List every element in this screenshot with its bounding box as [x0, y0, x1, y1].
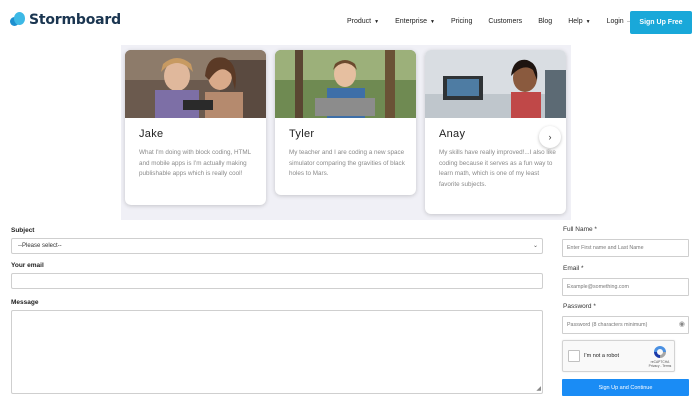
sign-up-and-continue-button[interactable]: Sign Up and Continue	[562, 379, 689, 396]
chevron-down-icon: ⌄	[532, 243, 538, 249]
full-name-input[interactable]: Enter First name and Last Name	[562, 239, 689, 257]
testimonial-name: Jake	[139, 128, 164, 140]
testimonial-quote: What I'm doing with block coding, HTML a…	[139, 149, 251, 177]
resize-handle-icon[interactable]: ◢	[536, 386, 541, 392]
brand-name: Stormboard	[29, 12, 121, 28]
carousel-next-button[interactable]: ›	[539, 126, 561, 148]
subject-selected-value: --Please select--	[18, 243, 62, 249]
testimonial-quote: My skills have really improved!...I also…	[439, 149, 556, 188]
nav-item-blog[interactable]: Blog	[538, 18, 552, 25]
signup-email-placeholder: Example@something.com	[567, 284, 629, 290]
recaptcha-brand: reCAPTCHA Privacy - Terms	[648, 360, 672, 368]
chevron-right-icon: ›	[548, 132, 552, 142]
email-field[interactable]	[11, 273, 543, 289]
testimonial-name: Anay	[439, 128, 466, 140]
recaptcha-widget: I'm not a robot reCAPTCHA Privacy - Term…	[562, 340, 675, 372]
testimonial-carousel: Jake What I'm doing with block coding, H…	[121, 45, 571, 220]
email-label: Your email	[11, 262, 44, 269]
student-photo-tyler	[275, 50, 416, 118]
recaptcha-label: I'm not a robot	[584, 353, 619, 359]
nav-item-enterprise[interactable]: Enterprise ▼	[395, 18, 435, 25]
show-password-eye-icon[interactable]: ◉	[679, 320, 685, 328]
message-label: Message	[11, 299, 39, 306]
student-photo-jake	[125, 50, 266, 118]
full-name-label: Full Name *	[563, 226, 597, 233]
testimonial-quote: My teacher and I are coding a new space …	[289, 149, 405, 177]
full-name-placeholder: Enter First name and Last Name	[567, 245, 644, 251]
signup-email-label: Email *	[563, 265, 584, 272]
caret-down-icon: ▼	[585, 18, 591, 25]
main-nav: Product ▼ Enterprise ▼ Pricing Customers B…	[347, 18, 633, 25]
nav-item-login[interactable]: Login →	[607, 18, 633, 25]
password-placeholder: Password (8 characters minimum)	[567, 322, 648, 328]
sign-up-free-button[interactable]: Sign Up Free	[630, 11, 692, 34]
password-label: Password *	[563, 303, 596, 310]
recaptcha-logo-icon	[654, 346, 666, 358]
testimonial-card-tyler: Tyler My teacher and I are coding a new …	[275, 50, 416, 195]
recaptcha-checkbox[interactable]	[568, 350, 580, 362]
caret-down-icon: ▼	[374, 18, 380, 25]
site-header: Stormboard Product ▼ Enterprise ▼ Pricing …	[0, 0, 700, 45]
stormboard-logo-icon	[10, 12, 26, 28]
signup-email-input[interactable]: Example@something.com	[562, 278, 689, 296]
testimonial-card-jake: Jake What I'm doing with block coding, H…	[125, 50, 266, 205]
password-input[interactable]: Password (8 characters minimum) ◉	[562, 316, 689, 334]
subject-select[interactable]: --Please select-- ⌄	[11, 238, 543, 254]
testimonial-name: Tyler	[289, 128, 315, 140]
nav-item-customers[interactable]: Customers	[488, 18, 522, 25]
message-textarea[interactable]: ◢	[11, 310, 543, 394]
student-photo-anay	[425, 50, 566, 118]
nav-item-pricing[interactable]: Pricing	[451, 18, 472, 25]
nav-item-product[interactable]: Product ▼	[347, 18, 379, 25]
subject-label: Subject	[11, 227, 35, 234]
caret-down-icon: ▼	[429, 18, 435, 25]
nav-item-help[interactable]: Help ▼	[568, 18, 590, 25]
stormboard-logo[interactable]: Stormboard	[10, 12, 121, 28]
